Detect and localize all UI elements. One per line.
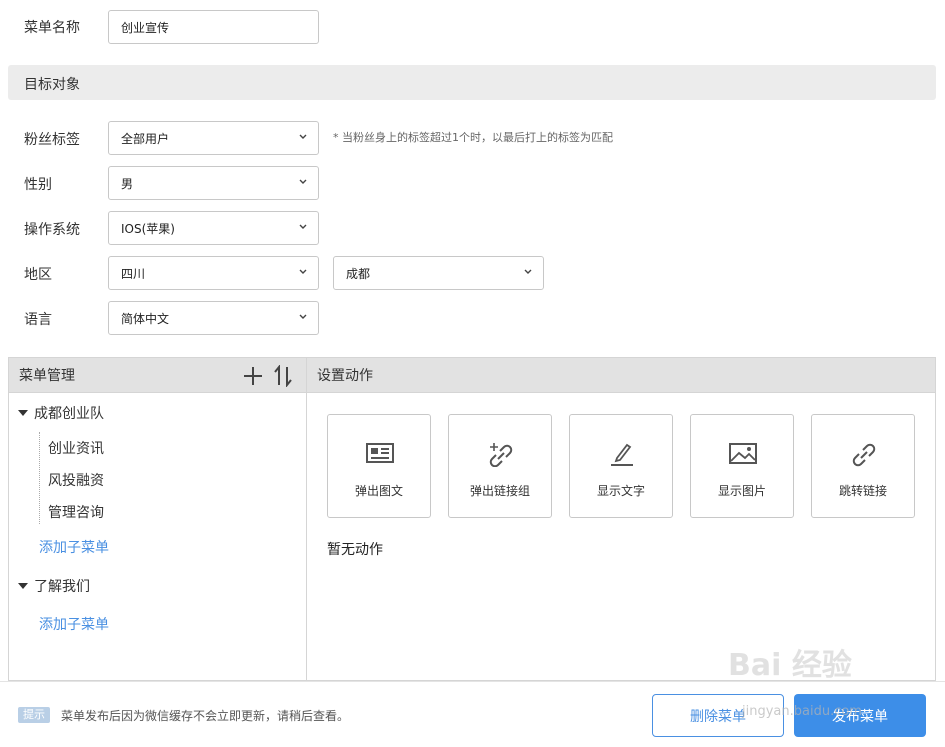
action-label: 弹出图文: [354, 484, 403, 498]
tip-badge: 提示: [18, 707, 50, 723]
os-select[interactable]: IOS(苹果): [108, 211, 319, 245]
gender-select[interactable]: 男: [108, 166, 319, 200]
tree-child-item[interactable]: 创业资讯: [48, 438, 104, 458]
tree-connector: [39, 432, 40, 524]
gender-label: 性别: [24, 177, 52, 193]
fans-tag-label: 粉丝标签: [24, 132, 80, 148]
menu-panel-header: 菜单管理: [8, 357, 307, 393]
action-image-button[interactable]: 显示图片: [690, 414, 794, 518]
no-action-text: 暂无动作: [327, 542, 383, 558]
chevron-down-icon: [299, 314, 307, 319]
target-section-title: 目标对象: [24, 77, 80, 93]
add-submenu-link[interactable]: 添加子菜单: [39, 614, 109, 634]
link-icon: [852, 443, 876, 467]
fans-tag-value: 全部用户: [121, 131, 170, 146]
chevron-down-icon: [524, 269, 532, 274]
chevron-down-icon: [299, 179, 307, 184]
link-add-icon: [489, 443, 513, 467]
action-link-group-button[interactable]: 弹出链接组: [448, 414, 552, 518]
language-select[interactable]: 简体中文: [108, 301, 319, 335]
tip-text: 菜单发布后因为微信缓存不会立即更新，请稍后查看。: [61, 709, 350, 723]
tree-parent-chengdu[interactable]: 成都创业队: [18, 403, 104, 423]
action-news-button[interactable]: 弹出图文: [327, 414, 431, 518]
menu-name-value: 创业宣传: [121, 20, 170, 35]
os-label: 操作系统: [24, 222, 80, 238]
caret-down-icon[interactable]: [18, 410, 28, 416]
gender-value: 男: [121, 176, 134, 191]
menu-name-input[interactable]: 创业宣传: [108, 10, 319, 44]
watermark-logo: Bai 经验: [728, 648, 852, 683]
tree-child-item[interactable]: 管理咨询: [48, 502, 104, 522]
add-submenu-link[interactable]: 添加子菜单: [39, 537, 109, 557]
tree-parent-about[interactable]: 了解我们: [18, 576, 90, 596]
chevron-down-icon: [299, 134, 307, 139]
plus-icon[interactable]: [243, 366, 263, 386]
image-icon: [729, 443, 757, 464]
action-label: 显示图片: [717, 484, 766, 498]
action-panel-header: 设置动作: [306, 357, 936, 393]
province-value: 四川: [121, 266, 146, 281]
fans-tag-select[interactable]: 全部用户: [108, 121, 319, 155]
city-value: 成都: [346, 266, 371, 281]
action-text-button[interactable]: 显示文字: [569, 414, 673, 518]
action-panel-title: 设置动作: [317, 368, 373, 384]
province-select[interactable]: 四川: [108, 256, 319, 290]
menu-name-label: 菜单名称: [24, 20, 80, 36]
action-label: 跳转链接: [838, 484, 887, 498]
sort-arrows-icon[interactable]: [274, 365, 292, 387]
tree-parent-label: 成都创业队: [34, 406, 104, 422]
fans-tag-hint: * 当粉丝身上的标签超过1个时，以最后打上的标签为匹配: [333, 131, 613, 144]
watermark-url: jingyan.baidu.com: [742, 704, 862, 719]
pencil-icon: [611, 443, 633, 466]
chevron-down-icon: [299, 224, 307, 229]
os-value: IOS(苹果): [121, 221, 175, 236]
action-label: 弹出链接组: [469, 484, 530, 498]
action-label: 显示文字: [596, 484, 645, 498]
chevron-down-icon: [299, 269, 307, 274]
delete-menu-label: 删除菜单: [690, 708, 746, 725]
action-jump-link-button[interactable]: 跳转链接: [811, 414, 915, 518]
region-label: 地区: [24, 267, 52, 283]
language-label: 语言: [24, 312, 52, 328]
target-section-bar: 目标对象: [8, 65, 936, 100]
menu-panel-title: 菜单管理: [19, 368, 75, 384]
tree-parent-label: 了解我们: [34, 579, 90, 595]
news-card-icon: [366, 443, 394, 463]
language-value: 简体中文: [121, 311, 170, 326]
tree-child-item[interactable]: 风投融资: [48, 470, 104, 490]
caret-down-icon[interactable]: [18, 583, 28, 589]
city-select[interactable]: 成都: [333, 256, 544, 290]
